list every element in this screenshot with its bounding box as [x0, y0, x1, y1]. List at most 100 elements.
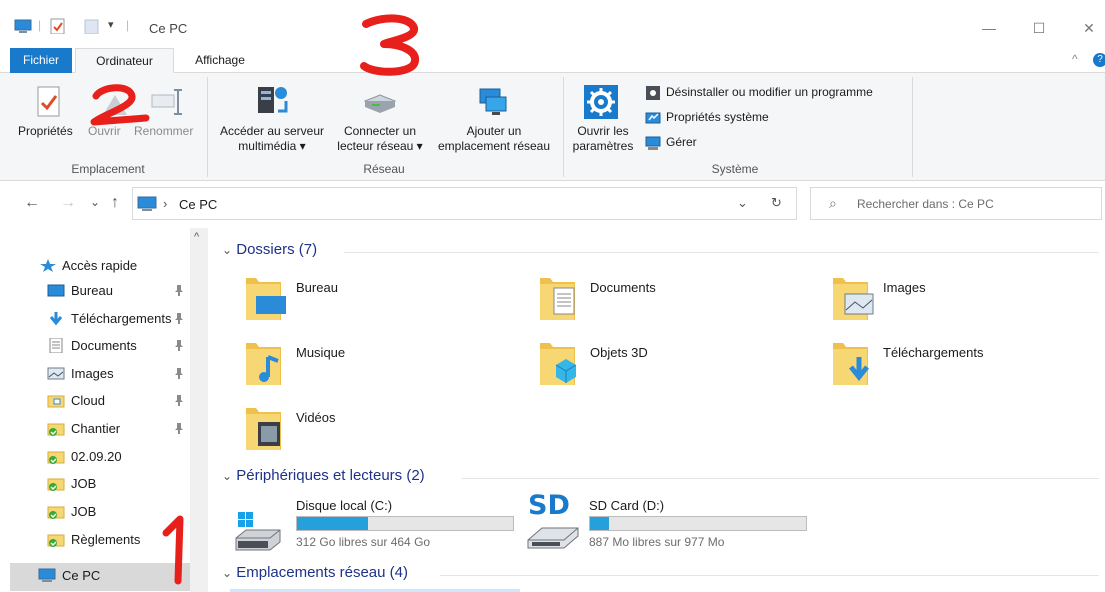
refresh-icon[interactable]: ↻ — [771, 195, 782, 211]
breadcrumb-ce-pc[interactable]: Ce PC — [179, 197, 217, 212]
nav-item-02-09-20[interactable]: 02.09.20 — [0, 444, 190, 470]
manage-icon — [645, 136, 661, 150]
address-dropdown-icon[interactable]: ⌄ — [737, 195, 748, 211]
minimize-button[interactable]: — — [976, 18, 1002, 38]
system-properties-button[interactable]: Propriétés système — [666, 110, 769, 124]
breadcrumb-separator-icon[interactable]: › — [163, 196, 167, 211]
map-network-drive-button[interactable]: Connecter un lecteur réseau ▾ — [333, 124, 427, 154]
media-server-button[interactable]: Accéder au serveur multimédia ▾ — [215, 124, 329, 154]
folder-tile[interactable]: Musique — [242, 339, 502, 389]
folder-tile[interactable]: Bureau — [242, 274, 502, 324]
help-icon[interactable]: ? — [1093, 53, 1105, 67]
media-server-icon[interactable] — [254, 81, 292, 119]
documents-folder-icon — [536, 274, 576, 320]
rename-icon[interactable] — [150, 87, 186, 117]
uninstall-program-button[interactable]: Désinstaller ou modifier un programme — [666, 85, 873, 99]
group-label-systeme: Système — [711, 162, 759, 176]
scroll-up-icon[interactable]: ^ — [194, 231, 199, 243]
sd-card-logo: SD — [528, 490, 570, 521]
chevron-down-icon[interactable]: ⌄ — [222, 469, 232, 483]
forward-button[interactable]: → — [60, 194, 76, 212]
drive-free-space: 312 Go libres sur 464 Go — [296, 535, 431, 549]
chevron-down-icon[interactable]: ⌄ — [222, 566, 232, 580]
properties-icon[interactable] — [36, 85, 62, 119]
nav-item-t-l-chargements[interactable]: Téléchargements — [0, 306, 190, 332]
folder-name: Documents — [590, 280, 656, 295]
pin-icon[interactable] — [174, 284, 184, 299]
computer-icon[interactable] — [14, 19, 32, 35]
drive-usage-fill — [297, 517, 369, 530]
chevron-down-icon[interactable]: ⌄ — [222, 243, 232, 257]
nav-item-chantier[interactable]: Chantier — [0, 416, 190, 442]
settings-gear-icon[interactable] — [584, 85, 618, 119]
folder-icon — [47, 393, 65, 408]
search-box[interactable]: ⌕ Rechercher dans : Ce PC — [810, 187, 1102, 220]
add-network-location-button[interactable]: Ajouter un emplacement réseau — [432, 124, 556, 154]
close-button[interactable]: ✕ — [1076, 18, 1102, 38]
computer-icon — [38, 568, 56, 583]
desktop-folder-icon — [242, 274, 286, 320]
add-network-location-icon[interactable] — [474, 85, 510, 119]
folder-tile[interactable]: Documents — [536, 274, 796, 324]
synced-folder-icon — [47, 476, 65, 491]
nav-item-label: Documents — [71, 338, 137, 353]
pin-icon[interactable] — [174, 339, 184, 354]
maximize-button[interactable]: ☐ — [1026, 18, 1052, 38]
nav-item-label: JOB — [71, 504, 97, 519]
local-disk-icon — [235, 512, 281, 551]
nav-item-images[interactable]: Images — [0, 361, 190, 387]
section-network[interactable]: ⌄ Emplacements réseau (4) — [222, 564, 408, 581]
folder-tile[interactable]: Vidéos — [242, 404, 502, 454]
address-bar[interactable]: › Ce PC ⌄ ↻ — [132, 187, 797, 220]
open-settings-button[interactable]: Ouvrir les paramètres — [568, 124, 638, 154]
map-network-drive-icon[interactable] — [362, 91, 398, 117]
nav-item-label: Images — [71, 366, 114, 381]
nav-item-bureau[interactable]: Bureau — [0, 278, 190, 304]
properties-icon[interactable] — [50, 18, 66, 34]
folder-tile[interactable]: Images — [829, 274, 1089, 324]
drive-usage-fill — [590, 517, 610, 530]
svg-text:1: 1 — [160, 515, 161, 516]
recent-locations-button[interactable]: ⌄ — [90, 195, 100, 209]
new-folder-icon[interactable] — [84, 18, 100, 34]
folder-tile[interactable]: Téléchargements — [829, 339, 1089, 389]
desktop-icon — [47, 283, 65, 298]
computer-icon — [137, 196, 157, 211]
nav-item-cloud[interactable]: Cloud — [0, 388, 190, 414]
tab-computer[interactable]: Ordinateur — [75, 48, 174, 73]
back-button[interactable]: ← — [24, 194, 40, 212]
tab-file[interactable]: Fichier — [10, 48, 72, 73]
search-icon: ⌕ — [829, 195, 837, 211]
drive-name: Disque local (C:) — [296, 498, 393, 513]
videos-folder-icon — [242, 404, 282, 450]
picture-icon — [47, 366, 65, 381]
folder-tile[interactable]: Objets 3D — [536, 339, 796, 389]
search-input[interactable]: Rechercher dans : Ce PC — [857, 197, 994, 211]
up-button[interactable]: ↑ — [111, 194, 119, 212]
nav-item-acc-s-rapide[interactable]: Accès rapide — [0, 253, 190, 279]
annotation-number-2: 2 — [88, 84, 150, 126]
ribbon-tabs: Fichier Ordinateur Affichage ^ ? — [0, 48, 1105, 73]
pin-icon[interactable] — [174, 367, 184, 382]
section-devices[interactable]: ⌄ Périphériques et lecteurs (2) — [222, 467, 425, 484]
window-title: Ce PC — [149, 21, 188, 36]
pin-icon[interactable] — [174, 422, 184, 437]
nav-item-label: Chantier — [71, 421, 121, 436]
collapse-ribbon-icon[interactable]: ^ — [1072, 52, 1078, 66]
folder-name: Objets 3D — [590, 345, 648, 360]
drive-free-space: 887 Mo libres sur 977 Mo — [589, 535, 725, 549]
nav-item-job[interactable]: JOB — [0, 471, 190, 497]
properties-button[interactable]: Propriétés — [18, 124, 73, 139]
tab-view[interactable]: Affichage — [180, 48, 260, 73]
manage-button[interactable]: Gérer — [666, 135, 697, 149]
uninstall-program-icon — [646, 86, 660, 100]
download-arrow-icon — [47, 311, 65, 326]
section-folders[interactable]: ⌄ Dossiers (7) — [222, 241, 317, 258]
customize-quick-access-icon[interactable]: ▾ — [108, 18, 114, 34]
group-label-emplacement: Emplacement — [71, 162, 145, 176]
pin-icon[interactable] — [174, 312, 184, 327]
pin-icon[interactable] — [174, 394, 184, 409]
nav-item-documents[interactable]: Documents — [0, 333, 190, 359]
synced-folder-icon — [47, 449, 65, 464]
svg-text:2: 2 — [88, 84, 89, 85]
